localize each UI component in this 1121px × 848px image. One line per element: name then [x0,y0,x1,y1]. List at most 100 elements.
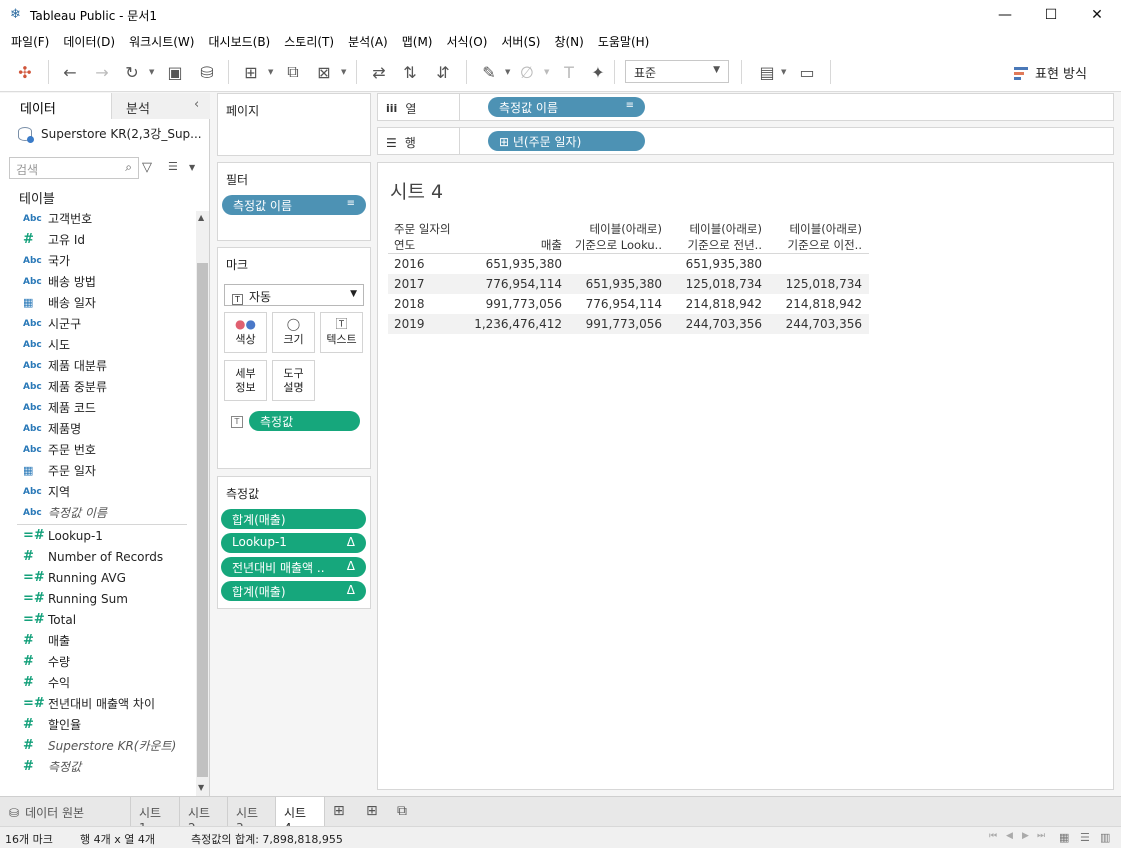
rows-pill-year-order-date[interactable]: ⊞ 년(주문 일자) [488,131,645,151]
presentation-mode-icon[interactable]: ▭ [796,61,818,83]
list-view-icon[interactable]: ☰ [1080,831,1090,844]
datasource-item[interactable]: Superstore KR(2,3강_Sup... [18,125,202,143]
duplicate-sheet-icon[interactable]: ⧉ [282,61,304,83]
field-item[interactable]: Abc 시도 [0,334,196,355]
menu-file[interactable]: 파일(F) [4,33,56,50]
filters-card[interactable]: 필터 측정값 이름 ≡ [217,162,371,241]
size-button[interactable]: ◯ 크기 [272,312,315,353]
search-input[interactable]: 검색 ⌕ [9,157,139,179]
new-worksheet-icon[interactable]: ⊞ [333,803,345,819]
scroll-up-icon[interactable]: ▲ [198,213,204,222]
measure-pill-lookup[interactable]: Lookup-1 Δ [221,533,366,553]
columns-shelf[interactable]: iii 열 측정값 이름 ≡ [377,93,1114,121]
field-item[interactable]: Abc 시군구 [0,313,196,334]
menu-story[interactable]: 스토리(T) [277,33,341,50]
menu-analysis[interactable]: 분석(A) [341,33,395,50]
collapse-pane-icon[interactable]: ‹ [194,97,199,112]
menu-worksheet[interactable]: 워크시트(W) [122,33,201,50]
last-page-icon[interactable]: ⏭ [1037,831,1045,841]
field-item[interactable]: =# Total [0,609,196,630]
field-item[interactable]: # 측정값 [0,756,196,777]
prev-page-icon[interactable]: ◀ [1006,831,1013,841]
label-button[interactable]: 🅃 텍스트 [320,312,363,353]
menu-map[interactable]: 맵(M) [395,33,440,50]
view-canvas[interactable]: 시트 4 주문 일자의 연도 매출 테이블(아래로) 기준으로 Looku.. 테이블… [377,162,1114,790]
tab-sheet-3[interactable]: 시트 3 [228,797,276,835]
undo-icon[interactable]: ← [59,61,81,83]
field-list-scrollbar[interactable]: ▲ ▼ [196,211,209,796]
field-item[interactable]: # 할인율 [0,714,196,735]
menu-data[interactable]: 데이터(D) [56,33,122,50]
color-button[interactable]: ●● 색상 [224,312,267,353]
redo-icon[interactable]: → [91,61,113,83]
field-item[interactable]: # 수량 [0,651,196,672]
field-item[interactable]: ▦ 배송 일자 [0,292,196,313]
table-row[interactable] [388,254,869,274]
new-worksheet-icon[interactable]: ⊞ [240,61,262,83]
first-page-icon[interactable]: ⏮ [989,831,997,841]
tab-sheet-2[interactable]: 시트 2 [180,797,228,835]
fit-dropdown[interactable]: 표준 ▼ [625,60,729,83]
new-story-icon[interactable]: ⧉ [397,803,407,819]
field-item[interactable]: Abc 고객번호 [0,208,196,229]
filmstrip-view-icon[interactable]: ▥ [1100,831,1110,844]
show-me-button[interactable]: 표현 방식 [1014,63,1087,82]
field-item[interactable]: Abc 제품명 [0,418,196,439]
tab-data[interactable]: 데이터 [0,93,112,119]
grid-view-icon[interactable]: ▦ [1059,831,1069,844]
show-cards-icon[interactable]: ▤ [756,61,778,83]
field-item[interactable]: # Number of Records [0,546,196,567]
field-item[interactable]: Abc 지역 [0,481,196,502]
scroll-thumb[interactable] [197,263,208,777]
field-item[interactable]: # 매출 [0,630,196,651]
sort-descending-icon[interactable]: ⇵ [432,61,454,83]
field-item[interactable]: Abc 제품 코드 [0,397,196,418]
columns-pill-measure-names[interactable]: 측정값 이름 ≡ [488,97,645,117]
rows-shelf[interactable]: ☰ 행 ⊞ 년(주문 일자) [377,127,1114,155]
pin-axis-icon[interactable]: ✦ [587,61,609,83]
marks-pill-measure-values[interactable]: 측정값 [249,411,360,431]
field-item[interactable]: ▦ 주문 일자 [0,460,196,481]
menu-help[interactable]: 도움말(H) [591,33,657,50]
field-item[interactable]: Abc 주문 번호 [0,439,196,460]
field-item[interactable]: Abc 제품 대분류 [0,355,196,376]
chevron-down-icon[interactable]: ▼ [189,163,195,172]
show-mark-labels-icon[interactable]: T [558,61,580,83]
field-item[interactable]: # 고유 Id [0,229,196,250]
detail-button[interactable]: 세부 정보 [224,360,267,401]
new-dashboard-icon[interactable]: ⊞ [366,803,378,819]
measure-pill-sum-sales-calc[interactable]: 합계(매출) Δ [221,581,366,601]
field-item[interactable]: Abc 국가 [0,250,196,271]
field-item[interactable]: =# Running AVG [0,567,196,588]
scroll-down-icon[interactable]: ▼ [198,783,204,792]
clear-sheet-icon[interactable]: ⊠ [313,61,335,83]
tooltip-button[interactable]: 도구 설명 [272,360,315,401]
field-item[interactable]: # Superstore KR(카운트) [0,735,196,756]
tab-sheet-4[interactable]: 시트 4 [276,797,325,835]
field-item[interactable]: # 수익 [0,672,196,693]
sort-ascending-icon[interactable]: ⇅ [399,61,421,83]
filter-pill-measure-names[interactable]: 측정값 이름 ≡ [222,195,366,215]
field-item[interactable]: =# Lookup-1 [0,525,196,546]
highlight-icon[interactable]: ✎ [478,61,500,83]
menu-window[interactable]: 창(N) [547,33,590,50]
menu-format[interactable]: 서식(O) [440,33,495,50]
maximize-button[interactable]: ☐ [1028,0,1074,30]
minimize-button[interactable]: — [982,0,1028,30]
group-members-icon[interactable]: ∅ [516,61,538,83]
filter-icon[interactable]: ▽ [142,160,152,175]
field-item[interactable]: =# 전년대비 매출액 차이 [0,693,196,714]
tableau-start-icon[interactable]: ✣ [14,61,36,83]
replay-icon[interactable]: ↻ [121,61,143,83]
new-datasource-icon[interactable]: ⛁ [196,61,218,83]
field-item[interactable]: =# Running Sum [0,588,196,609]
tab-datasource[interactable]: ⛁ 데이터 원본 [0,797,131,826]
measure-pill-sum-sales[interactable]: 합계(매출) [221,509,366,529]
field-item[interactable]: Abc 제품 중분류 [0,376,196,397]
menu-dashboard[interactable]: 대시보드(B) [201,33,277,50]
tab-sheet-1[interactable]: 시트 1 [131,797,180,835]
measure-pill-yoy-diff[interactable]: 전년대비 매출액 .. Δ [221,557,366,577]
swap-rows-columns-icon[interactable]: ⇄ [368,61,390,83]
view-list-icon[interactable]: ☰ [168,160,178,173]
field-item[interactable]: Abc 측정값 이름 [0,502,196,523]
